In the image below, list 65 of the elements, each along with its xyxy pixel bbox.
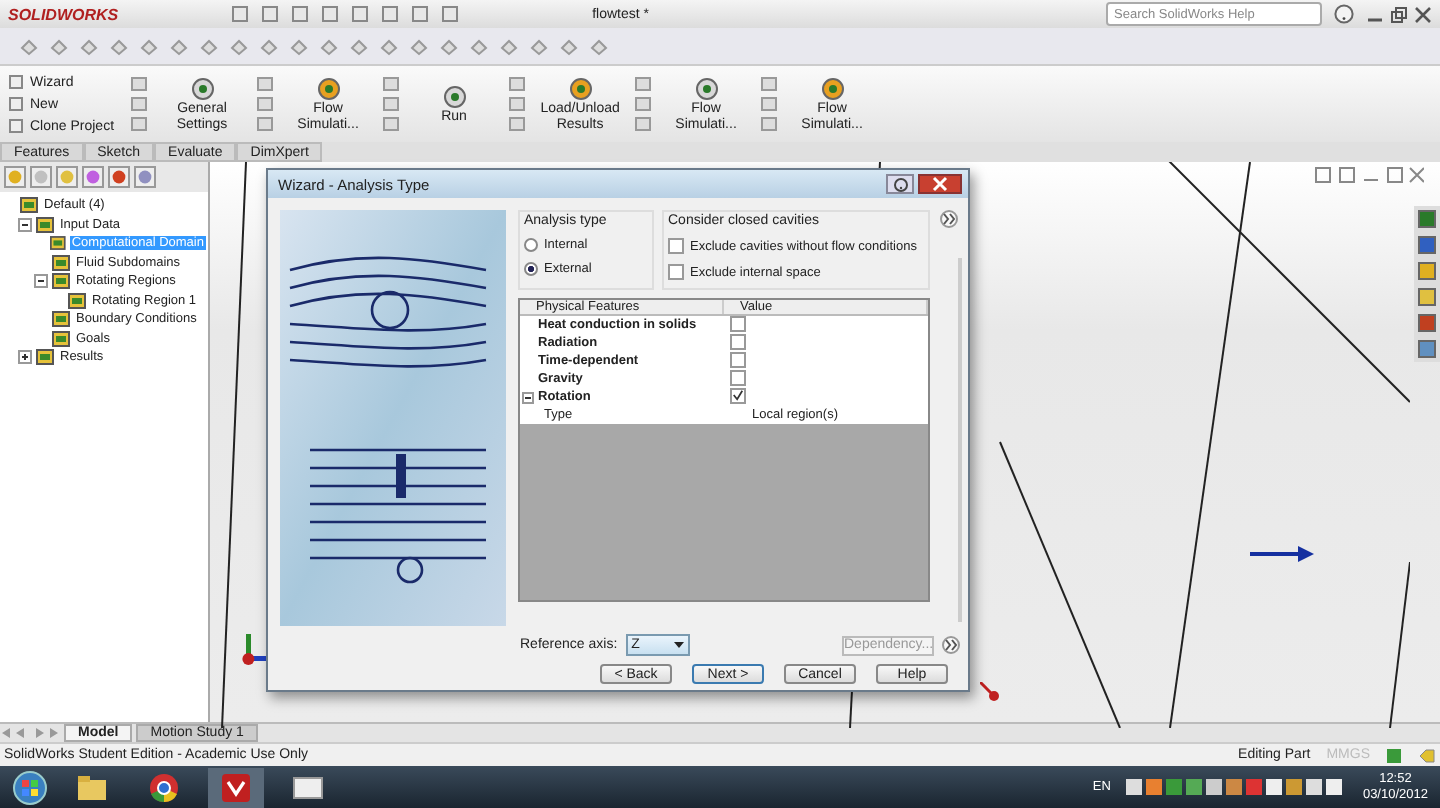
toolbar-icon[interactable]: [260, 4, 281, 24]
target-icon: [441, 83, 468, 110]
toolbar-icon[interactable]: [508, 74, 527, 134]
radio-button[interactable]: [524, 238, 538, 252]
close-icon: [932, 176, 948, 192]
tree-node-icon: [52, 253, 70, 272]
target-icon: [189, 75, 216, 102]
panel-tab-icon[interactable]: [56, 166, 78, 188]
toolbar-icon[interactable]: [230, 4, 251, 24]
app-icon[interactable]: [208, 767, 264, 807]
tree-node-icon: [52, 272, 70, 291]
toolbar-icon[interactable]: [410, 4, 431, 24]
toolbar-icon[interactable]: [382, 74, 401, 134]
toolbar-icon[interactable]: [290, 4, 311, 24]
tree-node-icon: [36, 215, 54, 234]
checkbox[interactable]: [668, 238, 684, 254]
close-button[interactable]: [918, 174, 962, 194]
view-controls-icon[interactable]: [1314, 166, 1424, 184]
arrow-drawing: [1250, 546, 1314, 562]
panel-tab-icon[interactable]: [4, 166, 26, 188]
toolbar-icon[interactable]: [380, 4, 401, 24]
panel-tab-icon[interactable]: [134, 166, 156, 188]
checkbox[interactable]: [730, 333, 746, 349]
target-icon: [315, 75, 342, 102]
checkbox[interactable]: [730, 369, 746, 385]
panel-tab-icon[interactable]: [108, 166, 130, 188]
tray-icons-drawing[interactable]: [1126, 778, 1347, 796]
collapse-toggle[interactable]: [522, 391, 534, 403]
caret-icon: [673, 642, 684, 648]
collapse-toggle[interactable]: [18, 217, 32, 232]
tree-node-icon: [20, 196, 38, 215]
target-icon: [567, 75, 594, 102]
toolbar-icon[interactable]: [256, 74, 275, 134]
toolbar-icon[interactable]: [350, 4, 371, 24]
panel-tab-icon[interactable]: [82, 166, 104, 188]
toolbar-icon[interactable]: [320, 4, 341, 24]
checkbox[interactable]: [730, 387, 746, 404]
app-logo: SOLIDWORKS: [8, 5, 119, 23]
toolbar-icon[interactable]: [760, 74, 779, 134]
expand-button[interactable]: [942, 636, 960, 654]
radio-button[interactable]: [524, 262, 538, 276]
panel-tab-icon[interactable]: [30, 166, 52, 188]
close-icon[interactable]: [1414, 5, 1432, 23]
double-chevron-icon: [944, 638, 958, 652]
restore-icon[interactable]: [1390, 5, 1408, 23]
help-button[interactable]: [886, 174, 914, 194]
tree-node-icon: [52, 310, 70, 329]
tree-node-icon: [52, 329, 70, 348]
tab-scroll-icon[interactable]: [0, 726, 60, 740]
start-button-icon[interactable]: [12, 769, 48, 805]
toolbar-icon[interactable]: [440, 4, 461, 24]
check-icon: [732, 388, 744, 403]
tree-node-icon: [68, 291, 86, 310]
tree-node-icon: [36, 348, 54, 367]
double-chevron-icon: [942, 212, 956, 226]
toolbar-icon[interactable]: [634, 74, 653, 134]
checkbox[interactable]: [668, 264, 684, 280]
target-icon: [693, 75, 720, 102]
expand-button[interactable]: [940, 210, 958, 228]
toolbar-icon[interactable]: [130, 74, 149, 134]
checkbox[interactable]: [730, 351, 746, 367]
target-icon: [819, 75, 846, 102]
pin-drawing: [980, 682, 1000, 702]
expand-toggle[interactable]: [18, 350, 32, 365]
collapse-toggle[interactable]: [34, 274, 48, 289]
